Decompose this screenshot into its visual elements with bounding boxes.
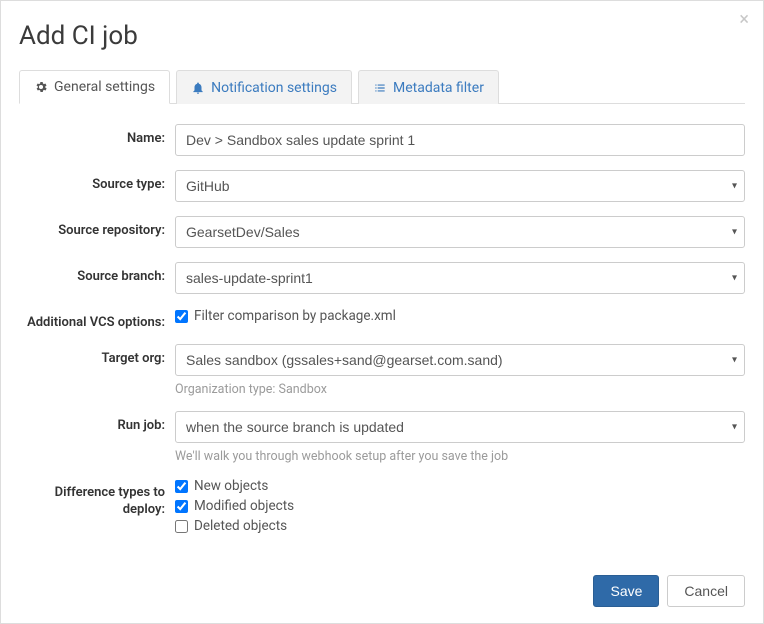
filter-package-xml-label: Filter comparison by package.xml (194, 308, 396, 324)
deleted-objects-row[interactable]: Deleted objects (175, 518, 745, 534)
tab-general-settings[interactable]: General settings (19, 70, 170, 104)
modal-title: Add CI job (19, 21, 745, 51)
deleted-objects-label: Deleted objects (194, 518, 287, 534)
add-ci-job-modal: × Add CI job General settings Notificati… (0, 0, 764, 624)
tab-notification-settings[interactable]: Notification settings (176, 70, 352, 104)
tab-bar: General settings Notification settings M… (19, 69, 745, 104)
bell-icon (191, 81, 205, 95)
vcs-options-label: Additional VCS options: (19, 308, 175, 330)
tab-label: Notification settings (211, 80, 337, 96)
gear-icon (34, 80, 48, 94)
target-org-select[interactable]: Sales sandbox (gssales+sand@gearset.com.… (175, 344, 745, 376)
source-repo-select[interactable]: GearsetDev/Sales (175, 216, 745, 248)
org-type-help: Organization type: Sandbox (175, 382, 745, 397)
tab-label: Metadata filter (393, 80, 484, 96)
source-branch-label: Source branch: (19, 262, 175, 284)
modal-footer: Save Cancel (593, 575, 745, 607)
deleted-objects-checkbox[interactable] (175, 520, 188, 533)
cancel-button[interactable]: Cancel (667, 575, 745, 607)
modified-objects-checkbox[interactable] (175, 500, 188, 513)
modified-objects-row[interactable]: Modified objects (175, 498, 745, 514)
target-org-label: Target org: (19, 344, 175, 366)
run-job-select[interactable]: when the source branch is updated (175, 411, 745, 443)
list-icon (373, 81, 387, 95)
source-type-label: Source type: (19, 170, 175, 192)
source-repo-label: Source repository: (19, 216, 175, 238)
run-job-help: We'll walk you through webhook setup aft… (175, 449, 745, 464)
filter-package-xml-checkbox[interactable] (175, 310, 188, 323)
new-objects-checkbox[interactable] (175, 480, 188, 493)
run-job-label: Run job: (19, 411, 175, 433)
new-objects-row[interactable]: New objects (175, 478, 745, 494)
filter-package-xml-row[interactable]: Filter comparison by package.xml (175, 308, 745, 324)
close-icon[interactable]: × (739, 11, 749, 29)
source-branch-select[interactable]: sales-update-sprint1 (175, 262, 745, 294)
modified-objects-label: Modified objects (194, 498, 294, 514)
name-label: Name: (19, 124, 175, 146)
tab-label: General settings (54, 79, 155, 95)
diff-types-label: Difference types to deploy: (19, 478, 175, 519)
save-button[interactable]: Save (593, 575, 659, 607)
general-settings-form: Name: Source type: GitHub Source reposit… (19, 104, 745, 538)
new-objects-label: New objects (194, 478, 268, 494)
name-input[interactable] (175, 124, 745, 156)
source-type-select[interactable]: GitHub (175, 170, 745, 202)
tab-metadata-filter[interactable]: Metadata filter (358, 70, 499, 104)
